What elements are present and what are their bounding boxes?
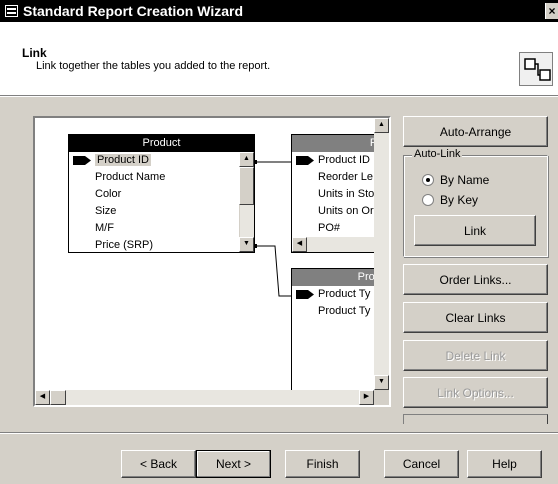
- link-options-button[interactable]: Link Options...: [403, 377, 548, 408]
- close-button[interactable]: ×: [545, 3, 558, 19]
- key-arrow-icon: [73, 156, 91, 165]
- clear-links-button[interactable]: Clear Links: [403, 302, 548, 333]
- link-button[interactable]: Link: [414, 215, 536, 246]
- cancel-button[interactable]: Cancel: [384, 450, 459, 478]
- field-row[interactable]: Size: [69, 203, 239, 220]
- canvas-hscroll[interactable]: ◀ ▶: [35, 390, 374, 405]
- auto-arrange-button[interactable]: Auto-Arrange: [403, 116, 548, 147]
- field-row[interactable]: M/F: [69, 220, 239, 237]
- radio-unchecked-icon: [422, 194, 434, 206]
- key-arrow-icon: [296, 156, 314, 165]
- footer-divider-highlight: [0, 433, 558, 434]
- delete-link-button[interactable]: Delete Link: [403, 340, 548, 371]
- scroll-left-icon[interactable]: ◀: [292, 237, 307, 252]
- wizard-header: Link Link together the tables you added …: [0, 22, 558, 96]
- help-button[interactable]: Help: [467, 450, 542, 478]
- field-row[interactable]: Product ID: [69, 152, 239, 169]
- scroll-corner: [374, 390, 389, 405]
- auto-link-group: Auto-Link By Name By Key Link: [403, 148, 548, 257]
- window-title: Standard Report Creation Wizard: [23, 3, 244, 19]
- by-name-radio[interactable]: By Name: [422, 173, 489, 187]
- side-panel-edge: [403, 414, 548, 424]
- title-bar: Standard Report Creation Wizard ×: [0, 0, 558, 22]
- field-row[interactable]: Color: [69, 186, 239, 203]
- step-subtitle: Link together the tables you added to th…: [36, 60, 271, 72]
- table-header[interactable]: Product: [69, 135, 254, 152]
- scroll-up-icon[interactable]: ▲: [239, 152, 254, 167]
- scroll-right-icon[interactable]: ▶: [359, 390, 374, 405]
- back-button[interactable]: < Back: [121, 450, 196, 478]
- by-key-radio[interactable]: By Key: [422, 193, 478, 207]
- auto-link-legend: Auto-Link: [412, 148, 463, 160]
- scroll-thumb[interactable]: [50, 390, 66, 405]
- table-product[interactable]: Product Product ID Product Name Color Si…: [68, 134, 255, 253]
- scroll-up-icon[interactable]: ▲: [374, 118, 389, 133]
- order-links-button[interactable]: Order Links...: [403, 264, 548, 295]
- link-tables-icon: [519, 52, 553, 86]
- field-row[interactable]: Product Name: [69, 169, 239, 186]
- finish-button[interactable]: Finish: [285, 450, 360, 478]
- canvas-vscroll[interactable]: ▲ ▼: [374, 118, 389, 390]
- key-arrow-icon: [296, 290, 314, 299]
- radio-checked-icon: [422, 174, 434, 186]
- link-canvas[interactable]: Product Product ID Product Name Color Si…: [33, 116, 391, 407]
- scroll-thumb[interactable]: [239, 167, 254, 205]
- next-button[interactable]: Next >: [196, 450, 271, 478]
- window-icon: [5, 5, 18, 17]
- scroll-down-icon[interactable]: ▼: [239, 237, 254, 252]
- header-divider: [0, 96, 558, 97]
- scroll-down-icon[interactable]: ▼: [374, 375, 389, 390]
- field-row[interactable]: Price (SRP): [69, 237, 239, 252]
- table-vscroll[interactable]: ▲ ▼: [239, 152, 254, 252]
- scroll-left-icon[interactable]: ◀: [35, 390, 50, 405]
- step-title: Link: [22, 46, 47, 60]
